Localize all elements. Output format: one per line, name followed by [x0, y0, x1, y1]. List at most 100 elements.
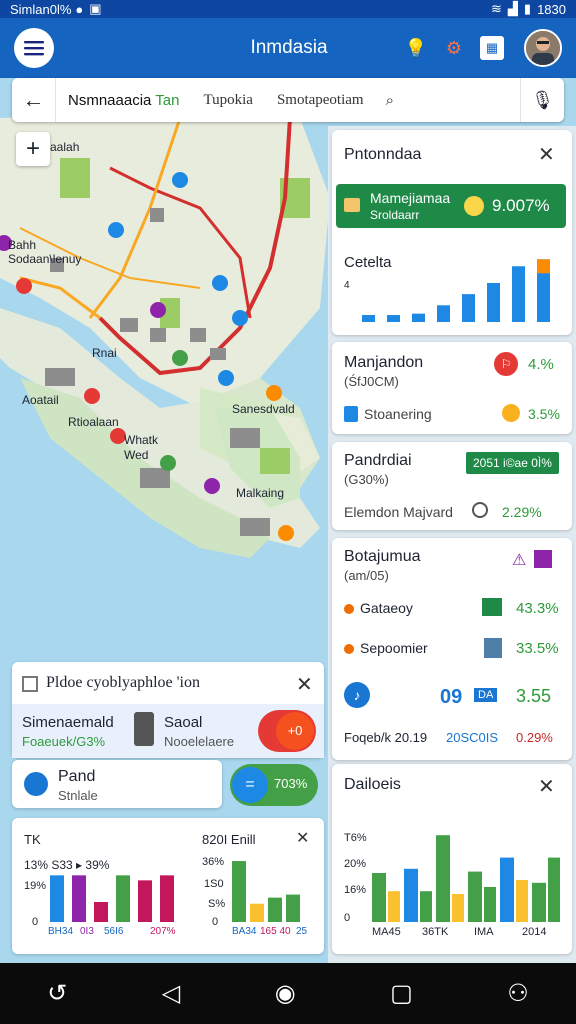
- chart-ytick: 0: [32, 916, 39, 928]
- menu-button[interactable]: [14, 28, 54, 68]
- doc-icon: [344, 406, 358, 422]
- tag-icon: [534, 550, 552, 568]
- signal-icon: ▟: [507, 1, 518, 16]
- chart-bar: [512, 266, 525, 322]
- close-icon[interactable]: ✕: [296, 672, 313, 697]
- rtick: 36%: [202, 856, 225, 868]
- doc-icon: [484, 638, 502, 658]
- card-title: Botajumua: [344, 548, 421, 565]
- row-value: 2.29%: [502, 504, 542, 520]
- card-value: 4.%: [528, 356, 554, 373]
- chart-bar: [387, 315, 400, 322]
- alert-icon: ⚐: [494, 352, 518, 376]
- recents-icon[interactable]: ▢: [390, 979, 413, 1008]
- close-icon[interactable]: ✕: [296, 828, 309, 848]
- back-button[interactable]: ←: [12, 78, 56, 122]
- ytick: 0: [344, 912, 351, 924]
- status-record-icon: ●: [75, 1, 84, 17]
- chart-right-title: 820I Enill: [202, 832, 256, 847]
- home-icon[interactable]: ◉: [275, 979, 296, 1008]
- map-label: Sodaan\lenuy: [8, 252, 82, 266]
- row-label: Sepoomier: [360, 640, 428, 656]
- chart-bar: [138, 880, 152, 922]
- tab-2[interactable]: Smotapeotiam: [265, 92, 376, 109]
- gear-icon[interactable]: ⚙: [442, 36, 466, 60]
- undo-icon[interactable]: ↺: [47, 979, 67, 1008]
- panel-card-d[interactable]: Dailoeis ✕ T6% 20% 16% 0 MA45 36TK IMA 2…: [332, 764, 572, 954]
- chart-bar: [468, 871, 482, 922]
- chart-bar: [537, 259, 550, 274]
- mic-button[interactable]: 🎙: [520, 78, 564, 122]
- summary-banner[interactable]: Mamejiamaa Sroldaarr 9.007%: [336, 184, 566, 228]
- chart-bar: [286, 894, 300, 922]
- xlabel: 25: [296, 926, 308, 937]
- pand-pill[interactable]: = 703%: [230, 764, 318, 806]
- chart-bar: [268, 897, 282, 922]
- avatar[interactable]: [523, 29, 562, 67]
- wifi-icon: ≋: [491, 1, 502, 16]
- panel-card-b[interactable]: Pandrdiai (G30%) 2051 i©ae 0Ì% Elemdon M…: [332, 442, 572, 530]
- status-badge: 2051 i©ae 0Ì%: [466, 452, 559, 474]
- chart-bar: [250, 903, 264, 922]
- calendar-icon[interactable]: ▦: [479, 36, 504, 60]
- chart-bar: [388, 891, 400, 922]
- xlabel: 56I6: [104, 926, 124, 937]
- bar-chart-4: [232, 861, 300, 922]
- panel-card-a[interactable]: Manjandon (ŚfJ0CM) ⚐ 4.% Stoanering 3.5…: [332, 342, 572, 434]
- chart-bar: [548, 857, 560, 922]
- action-button[interactable]: +0: [258, 710, 316, 752]
- chart-left-title: TK: [24, 832, 41, 847]
- map-label: Aoatail: [22, 393, 59, 407]
- chart-ytick: 19%: [24, 880, 47, 892]
- map-label: Rtioalaan: [68, 415, 119, 429]
- info-icon: [472, 502, 488, 518]
- foot-right: 0.29%: [516, 730, 553, 745]
- chart-ytick: 4: [344, 280, 350, 291]
- panel-card-c[interactable]: Botajumua (am/05) ⚠ Gataeoy 43.3% Sepoom…: [332, 538, 572, 760]
- pand-card[interactable]: Pand Stnlale: [12, 760, 222, 808]
- card-sub: (ŚfJ0CM): [344, 374, 399, 389]
- bar-chart-2: [372, 835, 560, 922]
- right-panel: Pntonndaa ✕ Mamejiamaa Sroldaarr 9.007% …: [328, 126, 576, 963]
- chart-bar: [160, 875, 174, 922]
- ytick: T6%: [344, 832, 367, 844]
- lightbulb-icon[interactable]: 💡: [404, 36, 428, 60]
- banner-title: Mamejiamaa: [370, 190, 451, 206]
- row-value: 43.3%: [516, 600, 559, 617]
- card-title: Manjandon: [344, 354, 424, 371]
- row-label: Stoanering: [364, 406, 432, 422]
- xtick: 2014: [522, 926, 547, 938]
- xlabel: BA34: [232, 926, 257, 937]
- equals-icon: =: [232, 767, 268, 803]
- chart-bar: [116, 875, 130, 922]
- phone-icon: [134, 712, 154, 746]
- bar-chart-3: [50, 875, 174, 922]
- row-label: Gataeoy: [360, 600, 413, 616]
- coin-icon: [502, 404, 520, 422]
- ytick: 16%: [344, 884, 367, 896]
- sheet-title: Pldoe cyoblyaphloe 'ion: [46, 674, 200, 691]
- back-nav-icon[interactable]: ◁: [162, 979, 180, 1008]
- card-sub: (am/05): [344, 568, 389, 583]
- search-icon[interactable]: ⌕: [376, 92, 404, 109]
- chart-bar: [362, 315, 375, 322]
- close-icon[interactable]: ✕: [538, 142, 555, 167]
- ytick: 20%: [344, 858, 367, 870]
- zoom-in-button[interactable]: +: [16, 132, 50, 166]
- close-icon[interactable]: ✕: [538, 774, 555, 799]
- dot-icon: [344, 644, 354, 654]
- foot-left: Foqeb/k 20.19: [344, 730, 428, 745]
- tab-1[interactable]: Tupokia: [191, 92, 264, 109]
- row-value: 3.5%: [528, 406, 560, 422]
- coin-icon: [464, 196, 484, 216]
- panel-title: Pntonndaa: [344, 146, 422, 163]
- row-value: 33.5%: [516, 640, 559, 657]
- sheet-mid-title: Saoal: [164, 714, 203, 731]
- play-icon[interactable]: ♪: [344, 682, 370, 708]
- system-nav-bar: ↺ ◁ ◉ ▢ ⚇: [0, 963, 576, 1024]
- bottom-chart-card: TK 13% S33 ▸ 39% 19% 0 BH34 0I3 56I6 207…: [12, 818, 324, 954]
- sheet-left-title: Simenaemald: [22, 714, 114, 731]
- person-icon[interactable]: ⚇: [507, 979, 529, 1008]
- tab-0[interactable]: Nsmnaaacia Tan: [56, 92, 191, 109]
- card-sub: (G30%): [344, 472, 389, 487]
